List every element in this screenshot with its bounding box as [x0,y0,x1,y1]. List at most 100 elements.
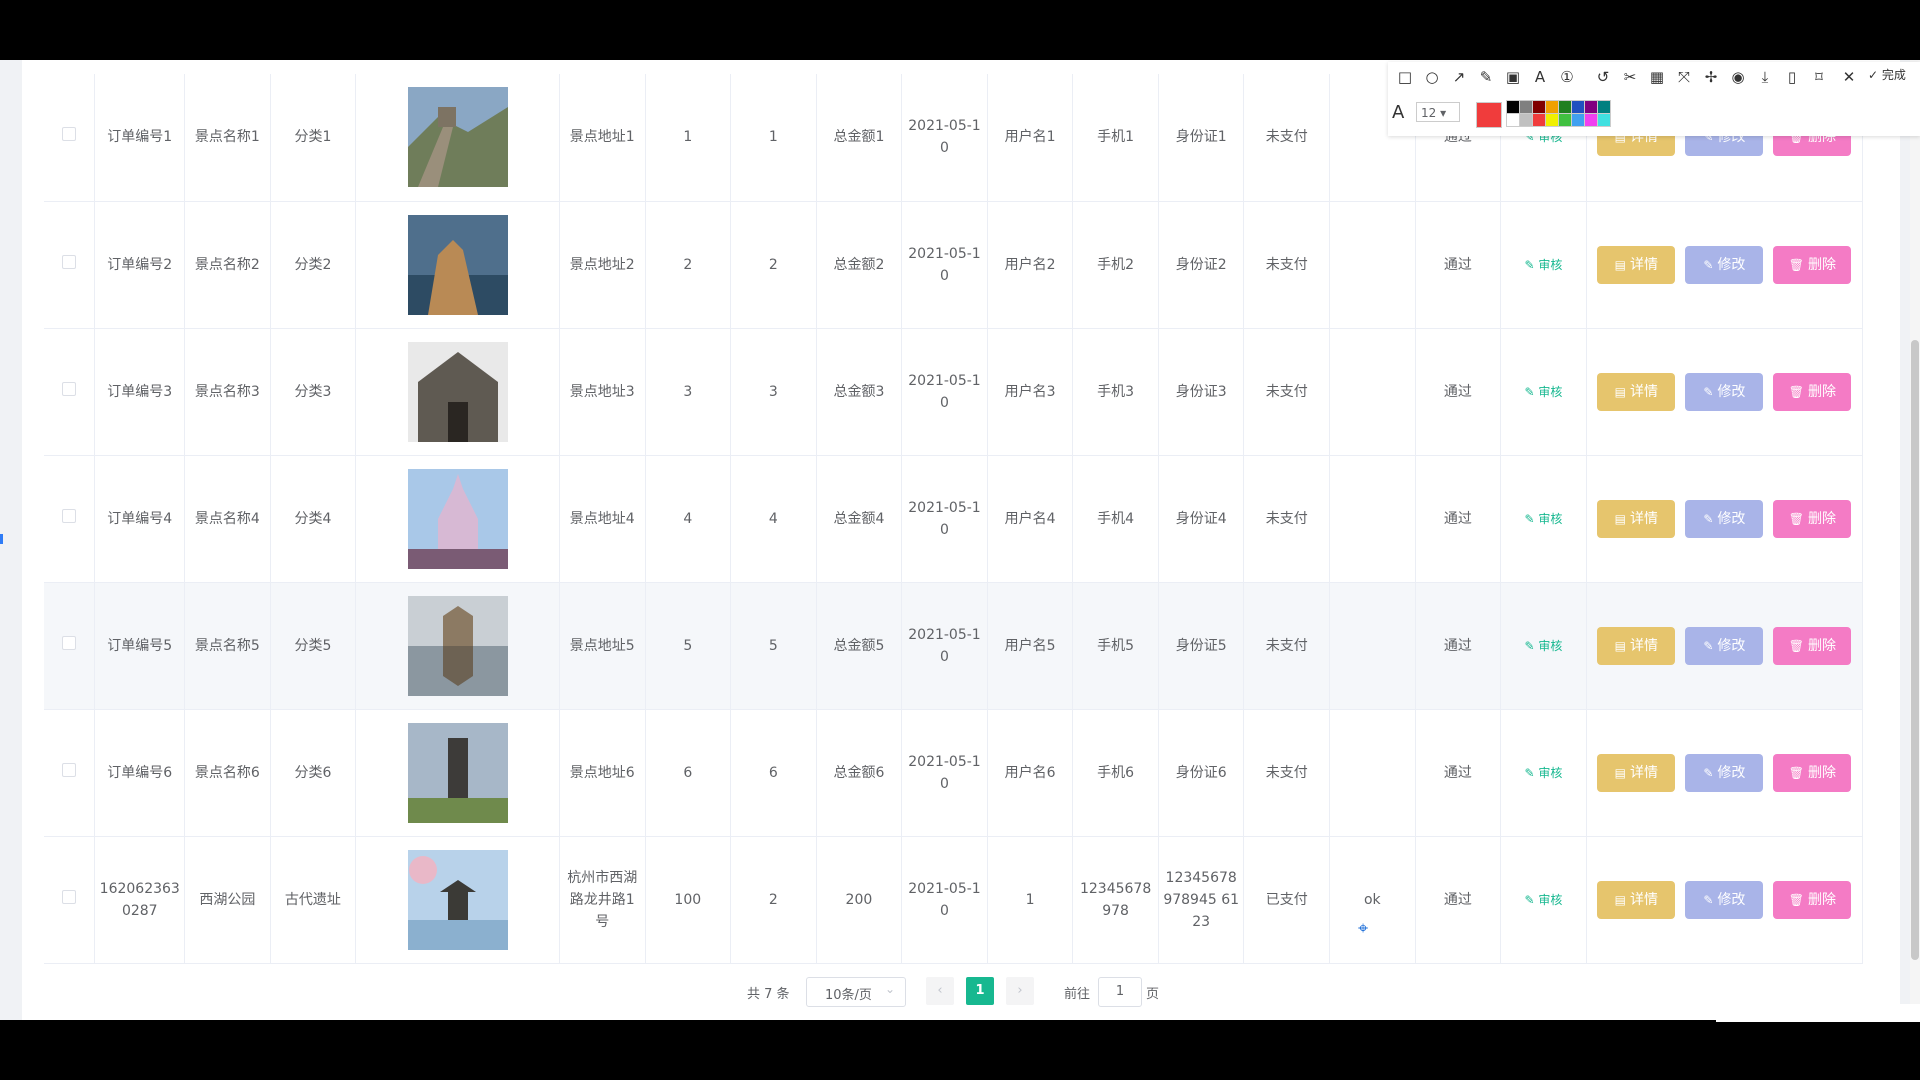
next-page-button[interactable]: › [1006,977,1034,1005]
color-swatch[interactable] [1584,100,1598,114]
color-swatch[interactable] [1545,100,1559,114]
done-button[interactable]: ✓ 完成 [1868,66,1906,83]
orders-table: 订单编号1 景点名称1 分类1 景点地址1 1 1 总金额1 2021-05-10 用户名1 手机… [44,74,1864,964]
row-checkbox[interactable] [62,381,77,396]
prev-page-button[interactable]: ‹ [926,977,954,1005]
payment-status-cell: 未支付 [1243,328,1331,456]
number-tool-icon[interactable]: ① [1556,66,1578,88]
color-swatch[interactable] [1532,100,1546,114]
goto-page-input[interactable]: 1 [1098,977,1142,1007]
audit-link[interactable]: ✎ 审核 [1524,766,1562,780]
bookmark-icon[interactable]: ⌑ [1808,66,1830,88]
pen-tool-icon[interactable]: ✎ [1475,66,1497,88]
mosaic-tool-icon[interactable]: ▣ [1502,66,1524,88]
edit-button[interactable]: ✎ 修改 [1685,626,1764,665]
row-checkbox[interactable] [62,127,77,142]
color-swatch[interactable] [1584,113,1598,127]
font-size-select[interactable]: 12 ▾ [1416,102,1460,122]
row-checkbox[interactable] [62,889,77,904]
page-size-select[interactable]: 10条/页 ⌄ [806,977,906,1007]
spot-name-cell: 景点名称1 [184,74,271,202]
row-checkbox[interactable] [62,635,77,650]
quantity-cell: 4 [730,455,817,583]
edit-button[interactable]: ✎ 修改 [1685,880,1764,919]
download-icon[interactable]: ⤓ [1754,66,1776,88]
table-row: 订单编号3 景点名称3 分类3 景点地址3 3 3 总金额3 2021-05-10 用户名3 手机… [44,328,1864,456]
delete-button[interactable]: 🗑 删除 [1773,753,1852,792]
rectangle-tool-icon[interactable]: □ [1394,66,1416,88]
vertical-scrollbar[interactable] [1910,60,1920,1020]
trash-icon: 🗑 [1788,384,1804,399]
category-cell: 分类4 [270,455,357,583]
color-swatch[interactable] [1597,100,1611,114]
spot-image [407,849,508,950]
idcard-cell: 身份证4 [1158,455,1245,583]
current-color-swatch[interactable] [1476,102,1502,128]
payment-status-cell: 已支付 [1243,836,1331,964]
edit-button[interactable]: ✎ 修改 [1685,499,1764,538]
color-swatch[interactable] [1519,100,1533,114]
spot-image [407,722,508,823]
check-icon: ✓ [1868,68,1879,82]
record-icon[interactable]: ◉ [1727,66,1749,88]
scrollbar-thumb[interactable] [1911,340,1919,960]
delete-button[interactable]: 🗑 删除 [1773,499,1852,538]
color-swatch[interactable] [1532,113,1546,127]
screenshot-toolbar: □ ○ ↗ ✎ ▣ A ① ↺ ✂ ▦ ⤧ ✢ ◉ ⤓ ▯ ⌑ ✕ ✓ 完成 A… [1388,62,1920,136]
text-tool-icon[interactable]: A [1529,66,1551,88]
delete-button[interactable]: 🗑 删除 [1773,372,1852,411]
detail-button[interactable]: ▤ 详情 [1597,499,1676,538]
close-icon[interactable]: ✕ [1838,66,1860,88]
translate-icon[interactable]: ▦ [1646,66,1668,88]
color-swatch[interactable] [1558,113,1572,127]
quantity-cell: 1 [730,74,817,202]
detail-button[interactable]: ▤ 详情 [1597,626,1676,665]
color-swatch[interactable] [1545,113,1559,127]
delete-button[interactable]: 🗑 删除 [1773,880,1852,919]
payment-status-cell: 未支付 [1243,74,1331,202]
delete-button[interactable]: 🗑 删除 [1773,245,1852,284]
edit-button[interactable]: ✎ 修改 [1685,372,1764,411]
delete-button[interactable]: 🗑 删除 [1773,626,1852,665]
audit-link[interactable]: ✎ 审核 [1524,512,1562,526]
address-cell: 景点地址5 [559,582,646,710]
edit-button[interactable]: ✎ 修改 [1685,753,1764,792]
spot-name-cell: 景点名称5 [184,582,271,710]
page-number-current[interactable]: 1 [966,977,994,1005]
row-checkbox[interactable] [62,254,77,269]
row-checkbox[interactable] [62,762,77,777]
detail-button[interactable]: ▤ 详情 [1597,880,1676,919]
order-id-cell: 1620623630287 [94,836,186,964]
detail-button[interactable]: ▤ 详情 [1597,245,1676,284]
edit-button[interactable]: ✎ 修改 [1685,245,1764,284]
color-swatch[interactable] [1506,100,1520,114]
phone-cell: 手机2 [1072,201,1159,329]
audit-link[interactable]: ✎ 审核 [1524,893,1562,907]
color-swatch[interactable] [1597,113,1611,127]
audit-link[interactable]: ✎ 审核 [1524,258,1562,272]
pin-icon[interactable]: ✢ [1700,66,1722,88]
undo-icon[interactable]: ↺ [1592,66,1614,88]
eraser-icon[interactable]: ✂ [1619,66,1641,88]
audit-link[interactable]: ✎ 审核 [1524,639,1562,653]
total-cell: 总金额6 [816,709,903,837]
idcard-cell: 身份证6 [1158,709,1245,837]
audit-link[interactable]: ✎ 审核 [1524,385,1562,399]
pagination-total: 共 7 条 [747,987,790,1002]
phone-cell: 手机6 [1072,709,1159,837]
row-checkbox[interactable] [62,508,77,523]
scroll-capture-icon[interactable]: ⤧ [1673,66,1695,88]
ellipse-tool-icon[interactable]: ○ [1421,66,1443,88]
device-icon[interactable]: ▯ [1781,66,1803,88]
color-swatch[interactable] [1506,113,1520,127]
edit-icon: ✎ [1524,511,1535,526]
detail-button[interactable]: ▤ 详情 [1597,753,1676,792]
color-swatch[interactable] [1519,113,1533,127]
color-swatch[interactable] [1571,100,1585,114]
date-cell: 2021-05-10 [901,455,988,583]
detail-button[interactable]: ▤ 详情 [1597,372,1676,411]
arrow-tool-icon[interactable]: ↗ [1448,66,1470,88]
color-swatch[interactable] [1571,113,1585,127]
document-icon: ▤ [1614,384,1627,399]
color-swatch[interactable] [1558,100,1572,114]
